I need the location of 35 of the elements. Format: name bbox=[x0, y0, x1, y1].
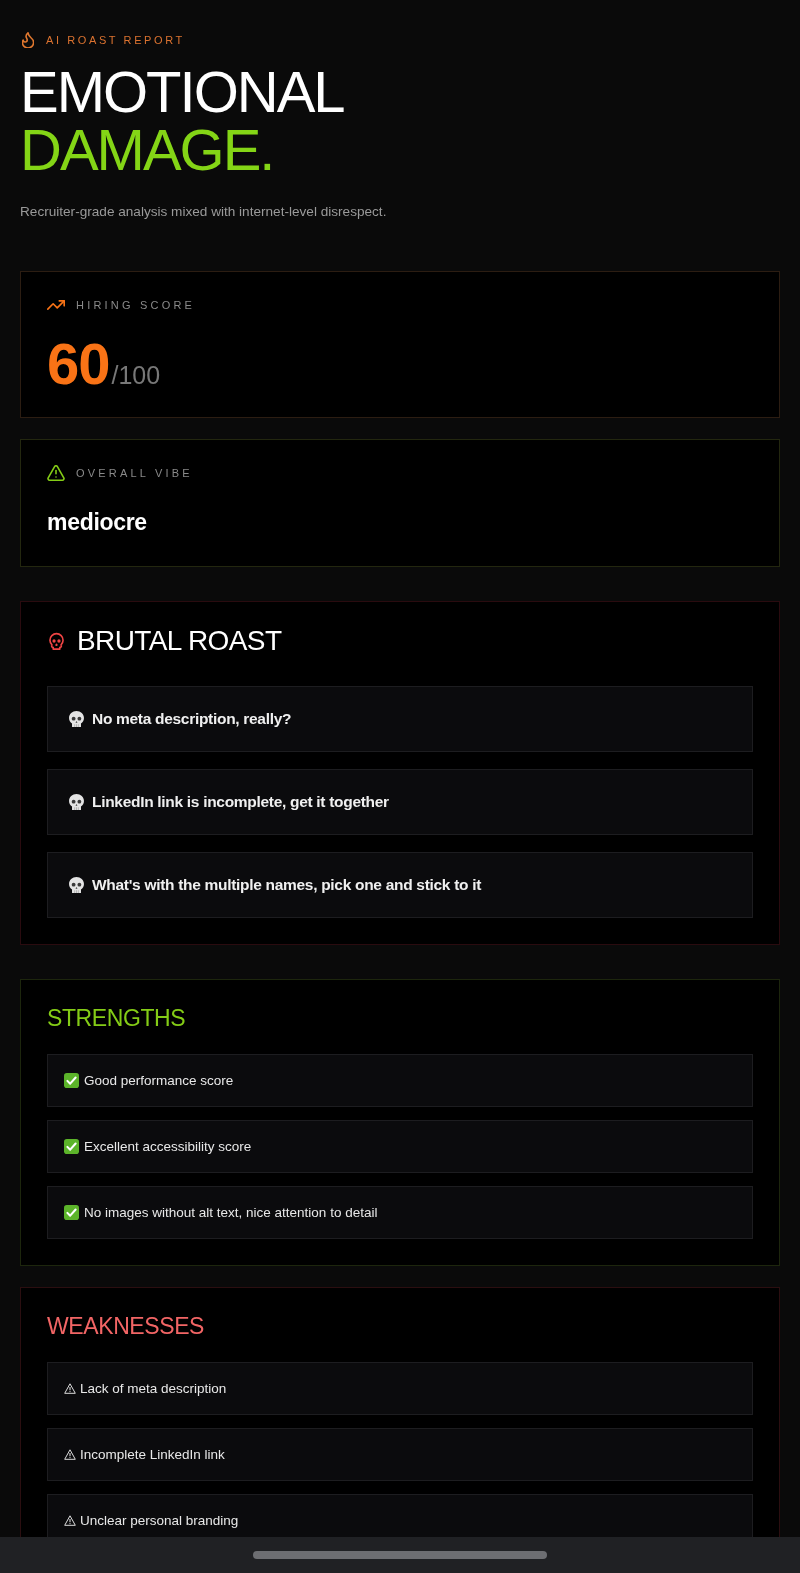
check-box-icon bbox=[64, 1205, 79, 1220]
check-box-icon bbox=[64, 1139, 79, 1154]
item-text: Incomplete LinkedIn link bbox=[80, 1446, 225, 1464]
item-text: No meta description, really? bbox=[92, 709, 292, 729]
skull-emoji-icon bbox=[69, 711, 84, 727]
warning-icon bbox=[47, 465, 65, 481]
trend-up-icon bbox=[47, 300, 65, 310]
section-heading: WEAKNESSES bbox=[47, 1312, 205, 1340]
report-label: AI ROAST REPORT bbox=[46, 33, 185, 48]
headline-text: EMOTIONAL bbox=[20, 63, 344, 121]
vibe-value: mediocre bbox=[47, 508, 147, 537]
section-heading: BRUTAL ROAST bbox=[77, 624, 282, 658]
warning-icon bbox=[64, 1383, 76, 1394]
skull-emoji-icon bbox=[69, 877, 84, 893]
flame-icon bbox=[22, 32, 34, 48]
item-text: Unclear personal branding bbox=[80, 1512, 239, 1530]
check-box-icon bbox=[64, 1073, 79, 1088]
section-heading: STRENGTHS bbox=[47, 1004, 186, 1032]
warning-icon bbox=[64, 1449, 76, 1460]
card-label: HIRING SCORE bbox=[76, 298, 196, 313]
item-text: Excellent accessibility score bbox=[84, 1138, 252, 1156]
tagline-text: Recruiter-grade analysis mixed with internet-level disrespect. bbox=[20, 203, 387, 221]
home-handle[interactable] bbox=[253, 1551, 547, 1559]
skull-emoji-icon bbox=[69, 794, 84, 810]
skull-icon bbox=[49, 632, 64, 650]
item-text: No images without alt text, nice attention to detail bbox=[84, 1204, 378, 1222]
item-text: Lack of meta description bbox=[80, 1380, 227, 1398]
card-label: OVERALL VIBE bbox=[76, 466, 193, 481]
item-text: LinkedIn link is incomplete, get it together bbox=[92, 792, 389, 812]
score-value: 60 bbox=[47, 337, 110, 391]
warning-icon bbox=[64, 1515, 76, 1526]
headline-accent-text: DAMAGE. bbox=[20, 121, 274, 179]
item-text: Good performance score bbox=[84, 1072, 234, 1090]
score-max: /100 bbox=[111, 360, 161, 391]
item-text: What's with the multiple names, pick one and stick to it bbox=[92, 875, 482, 895]
